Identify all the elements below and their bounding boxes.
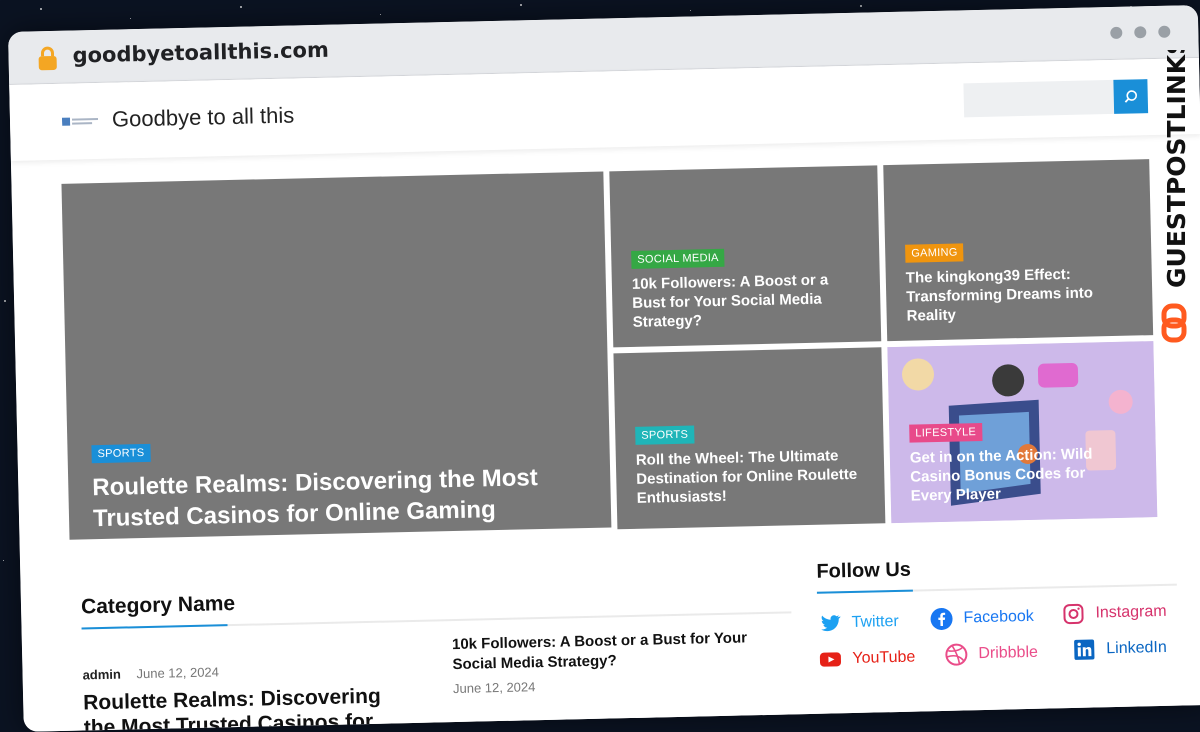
social-link-twitter[interactable]: Twitter — [817, 610, 899, 636]
post-small-title[interactable]: 10k Followers: A Boost or a Bust for You… — [452, 627, 793, 675]
browser-window: goodbyetoallthis.com Goodbye to all this — [8, 5, 1200, 732]
youtube-icon — [819, 652, 842, 667]
category-badge[interactable]: GAMING — [905, 243, 964, 263]
category-badge[interactable]: SPORTS — [91, 443, 151, 464]
social-link-dribbble[interactable]: Dribbble — [944, 641, 1038, 667]
post-small-date: June 12, 2024 — [452, 679, 536, 697]
featured-bottom-mid-title[interactable]: Roll the Wheel: The Ultimate Destination… — [636, 446, 867, 509]
featured-bottom-right-card[interactable]: LIFESTYLE Get in on the Action: Wild Cas… — [887, 341, 1158, 524]
post-title[interactable]: Roulette Realms: Discovering the Most Tr… — [83, 683, 415, 732]
featured-top-mid-title[interactable]: 10k Followers: A Boost or a Bust for You… — [632, 270, 863, 333]
lock-icon — [38, 46, 57, 71]
post-author[interactable]: admin — [82, 667, 121, 683]
post-date: June 12, 2024 — [136, 664, 220, 682]
featured-bottom-right-title[interactable]: Get in on the Action: Wild Casino Bonus … — [910, 444, 1131, 507]
window-controls — [1110, 25, 1171, 39]
watermark-text: GUESTPOSTLINKS — [1162, 50, 1191, 288]
social-label: Facebook — [963, 607, 1034, 627]
site-title[interactable]: Goodbye to all this — [112, 103, 295, 133]
social-link-facebook[interactable]: Facebook — [929, 605, 1034, 631]
featured-top-right-card[interactable]: GAMING The kingkong39 Effect: Transformi… — [883, 159, 1154, 342]
window-dot-3[interactable] — [1158, 25, 1171, 38]
web-page: Goodbye to all this SPORTS Roulette Real… — [9, 57, 1200, 732]
featured-bottom-mid-card[interactable]: SPORTS Roll the Wheel: The Ultimate Dest… — [613, 347, 886, 530]
social-links: Twitter Facebook Instagram YouTube Dribb… — [817, 603, 1177, 667]
category-section: Category Name admin June 12, 2024 Roulet… — [81, 579, 792, 732]
chain-link-icon — [1161, 303, 1187, 343]
social-link-instagram[interactable]: Instagram — [1061, 600, 1167, 626]
dribbble-icon — [945, 643, 968, 666]
social-label: Twitter — [851, 612, 899, 632]
featured-main-title[interactable]: Roulette Realms: Discovering the Most Tr… — [92, 462, 583, 535]
social-label: Dribbble — [978, 643, 1039, 663]
social-label: Instagram — [1095, 602, 1167, 622]
search-button[interactable] — [1113, 79, 1149, 114]
instagram-icon — [1063, 603, 1084, 625]
window-dot-1[interactable] — [1110, 26, 1123, 39]
guestpostlinks-watermark: GUESTPOSTLINKS — [1161, 50, 1191, 343]
category-badge[interactable]: LIFESTYLE — [909, 423, 983, 443]
social-link-youtube[interactable]: YouTube — [818, 646, 915, 672]
featured-top-right-title[interactable]: The kingkong39 Effect: Transforming Drea… — [906, 263, 1137, 326]
site-logo[interactable] — [61, 113, 100, 132]
facebook-icon — [930, 607, 953, 630]
window-dot-2[interactable] — [1134, 26, 1147, 39]
social-label: LinkedIn — [1106, 638, 1167, 658]
category-badge[interactable]: SPORTS — [635, 425, 695, 445]
twitter-icon — [821, 615, 841, 632]
featured-main-card[interactable]: SPORTS Roulette Realms: Discovering the … — [61, 171, 612, 540]
social-label: YouTube — [852, 648, 916, 668]
linkedin-icon — [1074, 639, 1095, 660]
search-input[interactable] — [963, 79, 1115, 118]
follow-us-widget: Follow Us Twitter Facebook Instagram You… — [816, 553, 1177, 667]
url-text[interactable]: goodbyetoallthis.com — [72, 38, 329, 68]
social-link-linkedin[interactable]: LinkedIn — [1072, 636, 1167, 662]
category-badge[interactable]: SOCIAL MEDIA — [631, 248, 725, 269]
post-meta: admin June 12, 2024 — [82, 664, 219, 682]
search-icon — [1124, 90, 1138, 103]
featured-top-mid-card[interactable]: SOCIAL MEDIA 10k Followers: A Boost or a… — [609, 165, 882, 348]
